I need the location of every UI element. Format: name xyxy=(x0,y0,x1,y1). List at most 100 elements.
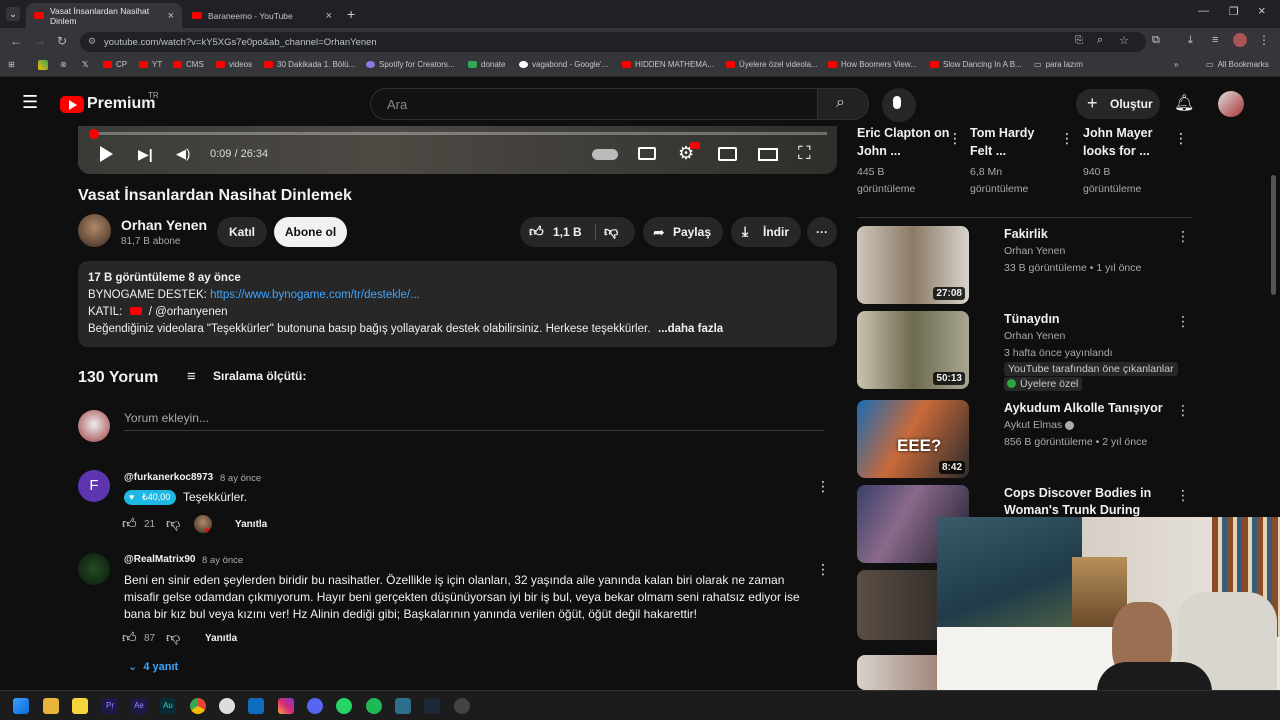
bookmark-videos[interactable]: videos xyxy=(216,60,252,69)
close-tab-icon[interactable]: × xyxy=(168,10,174,22)
bookmark-boomers[interactable]: How Boomers View... xyxy=(828,60,917,69)
comment-like-icon[interactable]: 👍︎ xyxy=(122,629,137,646)
reply-button[interactable]: Yanıtla xyxy=(205,633,237,644)
extensions-icon[interactable]: ⧉ xyxy=(1152,34,1160,47)
like-count[interactable]: 1,1 B xyxy=(553,225,582,239)
spotify-icon[interactable] xyxy=(366,698,382,714)
more-actions-button[interactable]: ··· xyxy=(807,217,837,247)
rec-title[interactable]: Tünaydın xyxy=(1004,311,1174,328)
bookmark-hidden-mathema[interactable]: HIDDEN MATHEMA... xyxy=(622,60,714,69)
comment-like-icon[interactable]: 👍︎ xyxy=(122,515,137,532)
recommended-video[interactable]: 27:08 Fakirlik Orhan Yenen 33 B görüntül… xyxy=(857,226,1193,304)
reply-button[interactable]: Yanıtla xyxy=(235,519,267,530)
x-icon[interactable]: 𝕏 xyxy=(82,60,88,69)
outlook-icon[interactable] xyxy=(248,698,264,714)
bookmark-cp[interactable]: CP xyxy=(103,60,127,69)
premium-logo-text[interactable]: Premium xyxy=(87,95,155,113)
comment-avatar[interactable] xyxy=(78,553,110,585)
volume-icon[interactable]: ◀) xyxy=(176,146,190,162)
video-thumbnail[interactable]: 50:13 xyxy=(857,311,969,389)
show-replies-button[interactable]: ⌄ 4 yanıt xyxy=(128,660,178,673)
comment-author[interactable]: @furkanerkoc8973 xyxy=(124,472,213,483)
search-button[interactable]: ⌕ xyxy=(817,88,869,120)
chatgpt-icon[interactable] xyxy=(219,698,235,714)
video-thumbnail[interactable]: 27:08 xyxy=(857,226,969,304)
menu-kebab-icon[interactable]: ⋮ xyxy=(1258,33,1270,47)
join-button[interactable]: Katıl xyxy=(217,217,267,247)
bookmark-donate[interactable]: donate xyxy=(468,60,505,69)
bookmark-folder-para-lazim[interactable]: ▭ para lazım xyxy=(1034,60,1083,69)
zoom-icon[interactable]: ⌕ xyxy=(1097,34,1103,47)
theater-mode-icon[interactable] xyxy=(758,148,778,161)
youtube-logo-icon[interactable] xyxy=(60,96,84,113)
progress-bar[interactable] xyxy=(92,132,827,135)
sort-icon[interactable]: ≡ xyxy=(187,368,196,385)
next-icon[interactable]: ▶| xyxy=(138,146,153,163)
rec-menu-icon[interactable]: ⋮ xyxy=(1176,228,1190,245)
captions-icon[interactable] xyxy=(638,147,656,160)
recommended-video[interactable]: EEE? 8:42 Aykudum Alkolle Tanışıyor Ayku… xyxy=(857,400,1193,478)
openai-icon[interactable]: ⊛ xyxy=(60,60,67,69)
steam-icon[interactable] xyxy=(424,698,440,714)
comment-time[interactable]: 8 ay önce xyxy=(202,555,243,566)
instagram-icon[interactable] xyxy=(278,698,294,714)
search-input[interactable]: Ara xyxy=(370,88,818,120)
miniplayer-icon[interactable] xyxy=(718,147,737,161)
reload-icon[interactable]: ↻ xyxy=(57,34,67,48)
recommended-video[interactable]: 50:13 Tünaydın Orhan Yenen 3 hafta önce … xyxy=(857,311,1193,391)
bookmark-spotify[interactable]: Spotify for Creators... xyxy=(366,60,455,69)
rec-title[interactable]: Fakirlik xyxy=(1004,226,1174,243)
fullscreen-icon[interactable]: ⛶ xyxy=(798,143,811,164)
app-icon[interactable] xyxy=(395,698,411,714)
comment-menu-icon[interactable]: ⋮ xyxy=(816,561,830,578)
reading-list-icon[interactable]: ≡ xyxy=(1212,34,1218,46)
share-button[interactable]: ➦ Paylaş xyxy=(643,217,723,247)
rec-title[interactable]: Aykudum Alkolle Tanışıyor xyxy=(1004,400,1174,417)
subscribe-button[interactable]: Abone ol xyxy=(274,217,347,247)
rec-menu-icon[interactable]: ⋮ xyxy=(1174,130,1188,147)
forward-icon[interactable]: → xyxy=(34,34,46,48)
close-window-icon[interactable]: × xyxy=(1258,3,1266,18)
rec-title[interactable]: John Mayer looks for ... xyxy=(1083,124,1173,160)
sort-by-button[interactable]: Sıralama ölçütü: xyxy=(213,369,306,383)
discord-icon[interactable] xyxy=(307,698,323,714)
site-info-icon[interactable]: ⚙ xyxy=(88,36,96,47)
all-bookmarks[interactable]: ▭ All Bookmarks xyxy=(1206,60,1269,69)
chrome-icon[interactable] xyxy=(190,698,206,714)
profile-avatar[interactable] xyxy=(1233,33,1247,47)
hamburger-menu-icon[interactable]: ☰ xyxy=(22,92,38,113)
close-tab-icon[interactable]: × xyxy=(326,10,332,22)
back-icon[interactable]: ← xyxy=(10,34,22,48)
bookmark-cms[interactable]: CMS xyxy=(173,60,204,69)
channel-avatar[interactable] xyxy=(78,214,111,247)
downloads-icon[interactable]: ⤓ xyxy=(1188,34,1193,47)
restore-icon[interactable]: ❐ xyxy=(1229,5,1239,18)
rec-menu-icon[interactable]: ⋮ xyxy=(1176,313,1190,330)
video-player[interactable]: ▶| ◀) 0:09 / 26:34 ⚙ ⛶ xyxy=(78,126,837,174)
notifications-bell-icon[interactable]: 🔔︎ xyxy=(1174,93,1194,113)
obs-icon[interactable] xyxy=(454,698,470,714)
sticky-notes-icon[interactable] xyxy=(72,698,88,714)
rec-menu-icon[interactable]: ⋮ xyxy=(1060,130,1074,147)
comment-dislike-icon[interactable]: 👎︎ xyxy=(166,629,180,646)
comment-time[interactable]: 8 ay önce xyxy=(220,473,261,484)
bookmark-vagabond[interactable]: vagabond - Google'... xyxy=(519,60,608,69)
video-thumbnail[interactable]: EEE? 8:42 xyxy=(857,400,969,478)
file-explorer-icon[interactable] xyxy=(43,698,59,714)
star-bookmark-icon[interactable]: ☆ xyxy=(1119,34,1129,47)
after-effects-icon[interactable]: Ae xyxy=(131,698,147,714)
audition-icon[interactable]: Au xyxy=(160,698,176,714)
play-icon[interactable] xyxy=(100,146,113,162)
bookmark-slow-dancing[interactable]: Slow Dancing In A B... xyxy=(930,60,1022,69)
voice-search-button[interactable] xyxy=(882,88,916,122)
bookmark-uyelere-ozel[interactable]: Üyelere özel videola... xyxy=(726,60,818,69)
rec-channel[interactable]: Orhan Yenen xyxy=(1004,245,1065,257)
create-button[interactable]: + Oluştur xyxy=(1076,89,1160,119)
like-icon[interactable]: 👍︎ xyxy=(529,223,544,240)
minimize-icon[interactable]: — xyxy=(1198,5,1209,17)
premiere-icon[interactable]: Pr xyxy=(102,698,118,714)
comment-menu-icon[interactable]: ⋮ xyxy=(816,478,830,495)
add-comment-input[interactable]: Yorum ekleyin... xyxy=(124,411,209,425)
comment-avatar[interactable]: F xyxy=(78,470,110,502)
rec-channel[interactable]: Orhan Yenen xyxy=(1004,330,1065,342)
